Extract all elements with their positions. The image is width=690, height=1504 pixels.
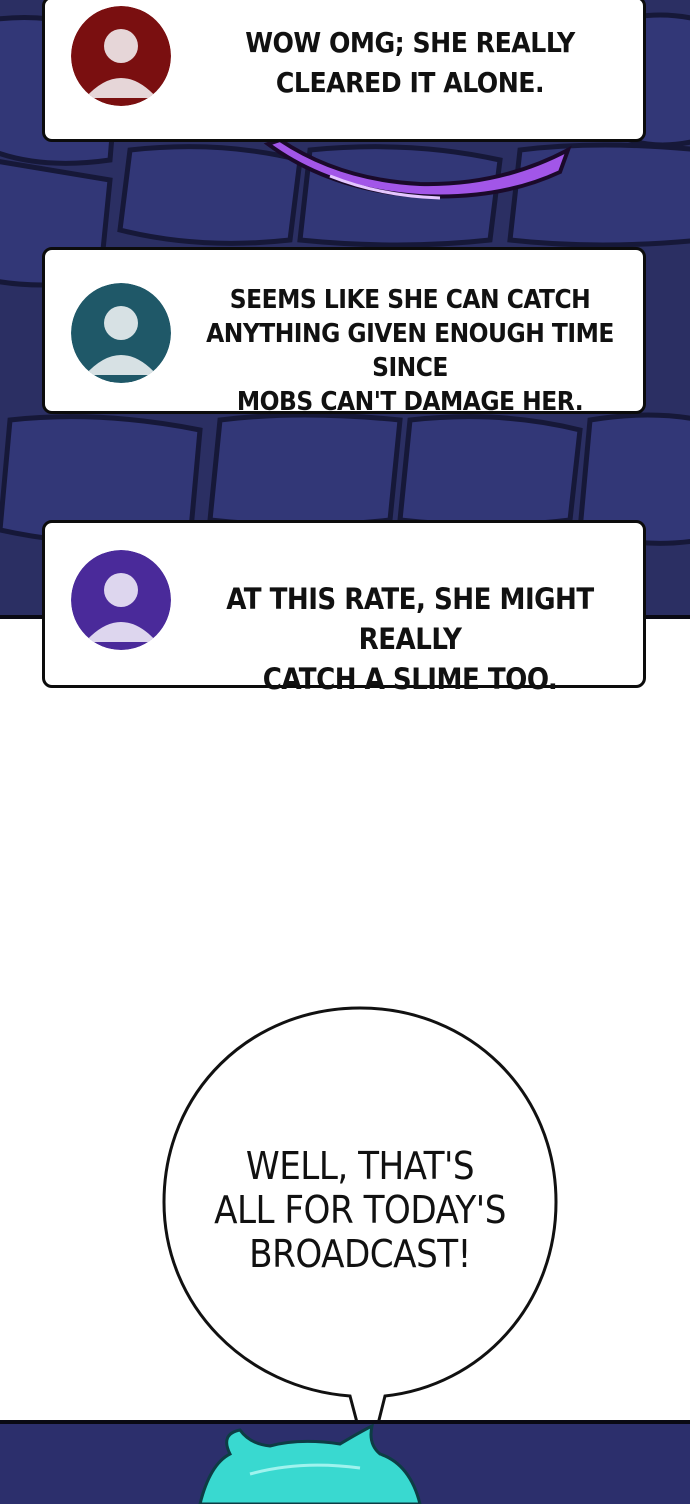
speech-bubble-text: WELL, THAT'S ALL FOR TODAY'S BROADCAST! bbox=[214, 1144, 506, 1276]
chat-comment-card: AT THIS RATE, SHE MIGHT REALLY CATCH A S… bbox=[42, 520, 646, 696]
user-avatar-icon bbox=[71, 283, 171, 383]
comment-text: AT THIS RATE, SHE MIGHT REALLY CATCH A S… bbox=[226, 582, 594, 696]
user-avatar-icon bbox=[71, 6, 171, 106]
speech-bubble: WELL, THAT'S ALL FOR TODAY'S BROADCAST! bbox=[160, 1006, 560, 1466]
user-avatar-icon bbox=[71, 550, 171, 650]
chat-comment-card: SEEMS LIKE SHE CAN CATCH ANYTHING GIVEN … bbox=[42, 247, 646, 417]
character-hair-art bbox=[0, 1424, 690, 1504]
chat-comment-card: WOW OMG; SHE REALLY CLEARED IT ALONE. bbox=[42, 0, 646, 142]
character-panel bbox=[0, 1420, 690, 1504]
comment-text: WOW OMG; SHE REALLY CLEARED IT ALONE. bbox=[245, 26, 575, 99]
comment-text: SEEMS LIKE SHE CAN CATCH ANYTHING GIVEN … bbox=[206, 285, 614, 417]
